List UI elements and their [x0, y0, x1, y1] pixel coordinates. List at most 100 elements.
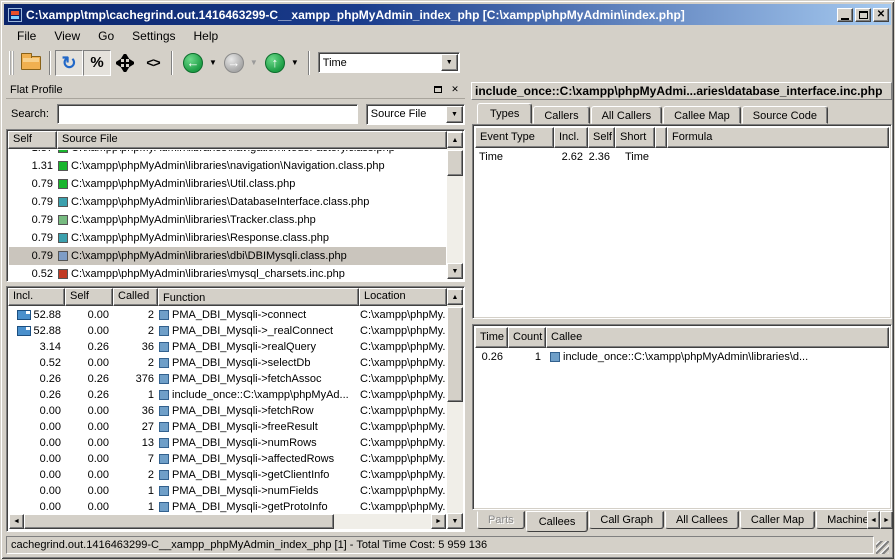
file-row[interactable]: 0.79 C:\xampp\phpMyAdmin\libraries\Respo…	[9, 229, 446, 247]
scroll-left-icon[interactable]: ◄	[9, 514, 24, 529]
column-header-count[interactable]: Count	[508, 327, 546, 348]
location: C:\xampp\phpMy...	[360, 325, 446, 337]
menu-item[interactable]: File	[8, 27, 45, 45]
up-button[interactable]: ↑	[261, 50, 289, 76]
column-header-formula[interactable]: Formula	[667, 127, 889, 148]
detail-tab[interactable]: All Callers	[591, 106, 663, 124]
location: C:\xampp\phpMy...	[360, 421, 446, 433]
resize-grip[interactable]	[876, 541, 889, 554]
minimize-button[interactable]	[837, 8, 853, 22]
column-header-self[interactable]: Self	[588, 127, 615, 148]
function-row[interactable]: 0.52 0.00 2 PMA_DBI_Mysqli->selectDb C:\…	[9, 355, 446, 371]
file-row[interactable]: 1.31 C:\xampp\phpMyAdmin\libraries\navig…	[9, 157, 446, 175]
scroll-up-icon[interactable]: ▲	[447, 289, 463, 305]
function-table-vscrollbar[interactable]: ▲ ▼	[447, 289, 463, 529]
detail-tab[interactable]: Types	[477, 103, 532, 124]
maximize-button[interactable]	[855, 8, 871, 22]
column-header-event-type[interactable]: Event Type	[475, 127, 554, 148]
event-type-row[interactable]: Time 2.62 2.36 Time	[475, 148, 889, 166]
grouping-selector[interactable]: Source File ▼	[366, 104, 465, 125]
menu-item[interactable]: Go	[89, 27, 123, 45]
column-header-incl[interactable]: Incl.	[554, 127, 588, 148]
detail-tab[interactable]: Callee Map	[663, 106, 741, 124]
dock-close-button[interactable]: ✕	[448, 83, 462, 96]
file-row[interactable]: 0.79 C:\xampp\phpMyAdmin\libraries\Util.…	[9, 175, 446, 193]
function-icon	[159, 406, 169, 416]
function-row[interactable]: 0.00 0.00 1 PMA_DBI_Mysqli->getProtoInfo…	[9, 499, 446, 514]
scroll-thumb[interactable]	[447, 307, 463, 402]
function-row[interactable]: 0.00 0.00 27 PMA_DBI_Mysqli->freeResult …	[9, 419, 446, 435]
column-header-time[interactable]: Time	[475, 327, 508, 348]
menu-item[interactable]: View	[45, 27, 89, 45]
file-row[interactable]: 1.37 C:\xampp\phpMyAdmin\libraries\navig…	[9, 150, 446, 157]
function-row[interactable]: 0.00 0.00 36 PMA_DBI_Mysqli->fetchRow C:…	[9, 403, 446, 419]
function-name: PMA_DBI_Mysqli->freeResult	[172, 421, 318, 433]
detail-tab[interactable]: Caller Map	[740, 511, 815, 529]
back-button[interactable]: ←	[179, 50, 207, 76]
column-header-callee[interactable]: Callee	[546, 327, 889, 348]
event-type-selector[interactable]: Time ▼	[318, 52, 460, 73]
function-row[interactable]: 3.14 0.26 36 PMA_DBI_Mysqli->realQuery C…	[9, 339, 446, 355]
scroll-right-icon[interactable]: ►	[431, 514, 446, 529]
function-row[interactable]: 52.88 0.00 2 PMA_DBI_Mysqli->connect C:\…	[9, 307, 446, 323]
column-header-incl[interactable]: Incl.	[8, 288, 65, 306]
column-header-self[interactable]: Self	[8, 131, 57, 149]
dock-float-button[interactable]	[431, 83, 445, 96]
relative-cost-button[interactable]: %	[83, 50, 111, 76]
column-header-source-file[interactable]: Source File	[57, 131, 447, 149]
dock-title-bar: Flat Profile ✕	[6, 81, 465, 99]
scroll-down-icon[interactable]: ▼	[447, 513, 463, 529]
app-window: C:\xampp\tmp\cachegrind.out.1416463299-C…	[0, 0, 895, 560]
shorten-templates-button[interactable]: <>	[139, 50, 167, 76]
function-row[interactable]: 0.00 0.00 13 PMA_DBI_Mysqli->numRows C:\…	[9, 435, 446, 451]
menu-item[interactable]: Help	[185, 27, 228, 45]
back-dropdown-arrow[interactable]: ▼	[209, 58, 217, 67]
app-icon	[8, 8, 22, 22]
detail-tab[interactable]: Source Code	[742, 106, 828, 124]
detail-tab[interactable]: Callers	[533, 106, 589, 124]
chevron-down-icon[interactable]: ▼	[446, 106, 463, 123]
scroll-thumb[interactable]	[24, 514, 334, 529]
relative-to-parent-button[interactable]	[111, 50, 139, 76]
close-button[interactable]: ✕	[873, 8, 889, 22]
close-icon: ✕	[877, 10, 885, 20]
callee-row[interactable]: 0.26 1 include_once::C:\xampp\phpMyAdmin…	[475, 348, 889, 366]
scroll-down-icon[interactable]: ▼	[447, 263, 463, 279]
column-header-self[interactable]: Self	[65, 288, 113, 306]
file-row[interactable]: 0.79 C:\xampp\phpMyAdmin\libraries\dbi\D…	[9, 247, 446, 265]
menu-item[interactable]: Settings	[123, 27, 184, 45]
detail-tab[interactable]: All Callees	[665, 511, 739, 529]
function-table-hscrollbar[interactable]: ◄ ►	[9, 514, 446, 529]
back-icon: ←	[183, 53, 203, 73]
column-header-short[interactable]: Short	[615, 127, 655, 148]
function-row[interactable]: 0.00 0.00 2 PMA_DBI_Mysqli->getClientInf…	[9, 467, 446, 483]
file-row[interactable]: 0.79 C:\xampp\phpMyAdmin\libraries\Datab…	[9, 193, 446, 211]
file-row[interactable]: 0.52 C:\xampp\phpMyAdmin\libraries\mysql…	[9, 265, 446, 279]
scroll-thumb[interactable]	[447, 150, 463, 176]
move-arrows-icon	[116, 54, 134, 72]
angle-brackets-icon: <>	[146, 55, 159, 70]
scroll-up-icon[interactable]: ▲	[447, 132, 463, 148]
chevron-down-icon[interactable]: ▼	[441, 54, 458, 71]
file-table-vscrollbar[interactable]: ▲ ▼	[447, 132, 463, 279]
up-dropdown-arrow[interactable]: ▼	[291, 58, 299, 67]
function-row[interactable]: 52.88 0.00 2 PMA_DBI_Mysqli->_realConnec…	[9, 323, 446, 339]
function-row[interactable]: 0.00 0.00 7 PMA_DBI_Mysqli->affectedRows…	[9, 451, 446, 467]
column-header-location[interactable]: Location	[359, 288, 447, 306]
forward-button[interactable]: →	[220, 50, 248, 76]
tab-scroll-right-icon[interactable]: ►	[880, 511, 893, 529]
function-row[interactable]: 0.26 0.26 376 PMA_DBI_Mysqli->fetchAssoc…	[9, 371, 446, 387]
toolbar-handle[interactable]	[9, 51, 14, 75]
open-file-button[interactable]	[17, 50, 45, 76]
tab-scroll-left-icon[interactable]: ◄	[867, 511, 880, 529]
detail-tab[interactable]: Parts	[477, 511, 525, 529]
detail-tab[interactable]: Callees	[526, 511, 589, 532]
file-row[interactable]: 0.79 C:\xampp\phpMyAdmin\libraries\Track…	[9, 211, 446, 229]
column-header-function[interactable]: Function	[158, 288, 359, 306]
detail-tab[interactable]: Call Graph	[589, 511, 664, 529]
function-row[interactable]: 0.00 0.00 1 PMA_DBI_Mysqli->numFields C:…	[9, 483, 446, 499]
function-row[interactable]: 0.26 0.26 1 include_once::C:\xampp\phpMy…	[9, 387, 446, 403]
column-header-called[interactable]: Called	[113, 288, 158, 306]
cycle-detection-button[interactable]: ↻	[55, 50, 83, 76]
search-input[interactable]	[57, 104, 358, 124]
